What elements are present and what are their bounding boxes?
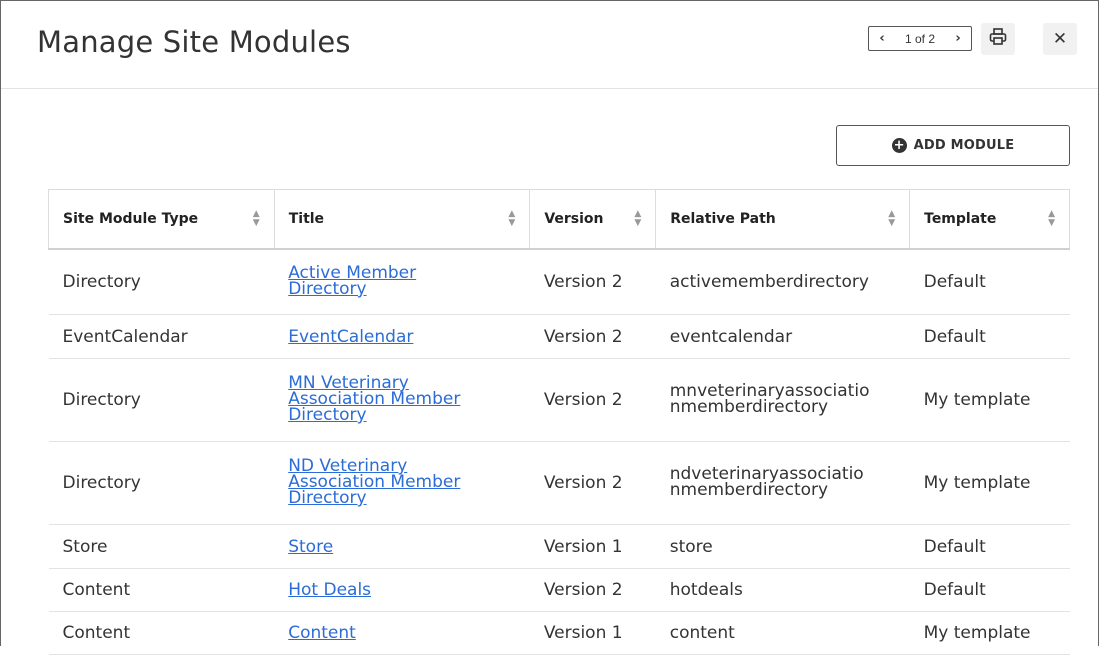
cell-version: Version 2 [529, 568, 656, 612]
cell-template: Default [909, 248, 1070, 315]
cell-template: Default [909, 568, 1070, 612]
cell-type: Directory [48, 248, 275, 315]
column-header-version[interactable]: Version ▲ ▼ [529, 189, 657, 250]
printer-icon [988, 27, 1008, 51]
add-module-label: ADD MODULE [913, 138, 1015, 153]
sort-icon: ▲ ▼ [888, 208, 896, 228]
dialog-header: Manage Site Modules ‹ 1 of 2 › ✕ [1, 1, 1098, 89]
cell-version: Version 2 [529, 441, 656, 525]
cell-title: Content [274, 611, 530, 655]
page-title: Manage Site Modules [37, 25, 351, 59]
cell-path: mnveterinaryassociatio nmemberdirectory [655, 358, 910, 442]
cell-title: ND Veterinary Association Member Directory [274, 441, 530, 525]
cell-version: Version 2 [529, 248, 656, 315]
print-button[interactable] [981, 23, 1015, 55]
cell-title: Active Member Directory [274, 248, 530, 315]
cell-title: EventCalendar [274, 314, 530, 359]
sort-icon: ▲ ▼ [634, 208, 642, 228]
pager-label: 1 of 2 [904, 31, 936, 46]
cell-version: Version 2 [529, 358, 656, 442]
cell-path: activememberdirectory [655, 248, 910, 315]
cell-type: Directory [48, 358, 275, 442]
pager: ‹ 1 of 2 › [868, 26, 972, 51]
close-icon: ✕ [1052, 29, 1068, 49]
cell-template: Default [909, 314, 1070, 359]
module-title-link[interactable]: MN Veterinary Association Member Directory [288, 375, 460, 424]
cell-template: My template [909, 611, 1070, 655]
sort-icon: ▲ ▼ [252, 208, 260, 228]
table-row: Store Store Version 1 store Default [48, 524, 1070, 569]
column-header-relative-path[interactable]: Relative Path ▲ ▼ [655, 189, 911, 250]
module-title-link[interactable]: Store [288, 538, 333, 555]
cell-type: EventCalendar [48, 314, 275, 359]
sort-icon: ▲ ▼ [508, 208, 516, 228]
cell-type: Content [48, 568, 275, 612]
table-row: Directory MN Veterinary Association Membe… [48, 358, 1070, 442]
cell-path: eventcalendar [655, 314, 910, 359]
add-module-button[interactable]: + ADD MODULE [836, 125, 1070, 166]
cell-path: hotdeals [655, 568, 910, 612]
table-row: Content Hot Deals Version 2 hotdeals Def… [48, 568, 1070, 612]
cell-title: Hot Deals [274, 568, 530, 612]
table-row: Directory Active Member Directory Version… [48, 248, 1070, 315]
manage-site-modules-dialog: Manage Site Modules ‹ 1 of 2 › ✕ + ADD M… [0, 0, 1099, 655]
cell-version: Version 2 [529, 314, 656, 359]
prev-page-button[interactable]: ‹ [875, 31, 889, 46]
module-title-link[interactable]: EventCalendar [288, 328, 413, 345]
cell-type: Directory [48, 441, 275, 525]
column-header-template[interactable]: Template ▲ ▼ [909, 189, 1070, 250]
cell-title: Store [274, 524, 530, 569]
cell-type: Store [48, 524, 275, 569]
table-row: Directory ND Veterinary Association Membe… [48, 441, 1070, 525]
cell-path: ndveterinaryassociatio nmemberdirectory [655, 441, 910, 525]
module-title-link[interactable]: Hot Deals [288, 582, 371, 599]
cell-path: content [655, 611, 910, 655]
cell-template: My template [909, 358, 1070, 442]
cell-type: Content [48, 611, 275, 655]
column-header-type[interactable]: Site Module Type ▲ ▼ [48, 189, 275, 250]
cell-template: My template [909, 441, 1070, 525]
cell-title: MN Veterinary Association Member Directory [274, 358, 530, 442]
column-header-title[interactable]: Title ▲ ▼ [273, 189, 531, 250]
cell-version: Version 1 [529, 611, 656, 655]
cell-template: Default [909, 524, 1070, 569]
table-row: EventCalendar EventCalendar Version 2 ev… [48, 314, 1070, 359]
cell-version: Version 1 [529, 524, 656, 569]
sort-icon: ▲ ▼ [1048, 208, 1055, 228]
plus-circle-icon: + [891, 138, 907, 153]
next-page-button[interactable]: › [951, 31, 965, 46]
module-title-link[interactable]: Active Member Directory [288, 264, 416, 297]
table-row: Content Content Version 1 content My tem… [48, 611, 1070, 655]
module-title-link[interactable]: ND Veterinary Association Member Directory [288, 458, 460, 507]
cell-path: store [655, 524, 910, 569]
module-title-link[interactable]: Content [288, 625, 356, 642]
modules-table: Site Module Type ▲ ▼ Title ▲ ▼ Version ▲ ▼ Rel… [48, 189, 1070, 655]
close-button[interactable]: ✕ [1043, 23, 1077, 55]
table-header-row: Site Module Type ▲ ▼ Title ▲ ▼ Version ▲ ▼ Rel… [48, 189, 1070, 250]
